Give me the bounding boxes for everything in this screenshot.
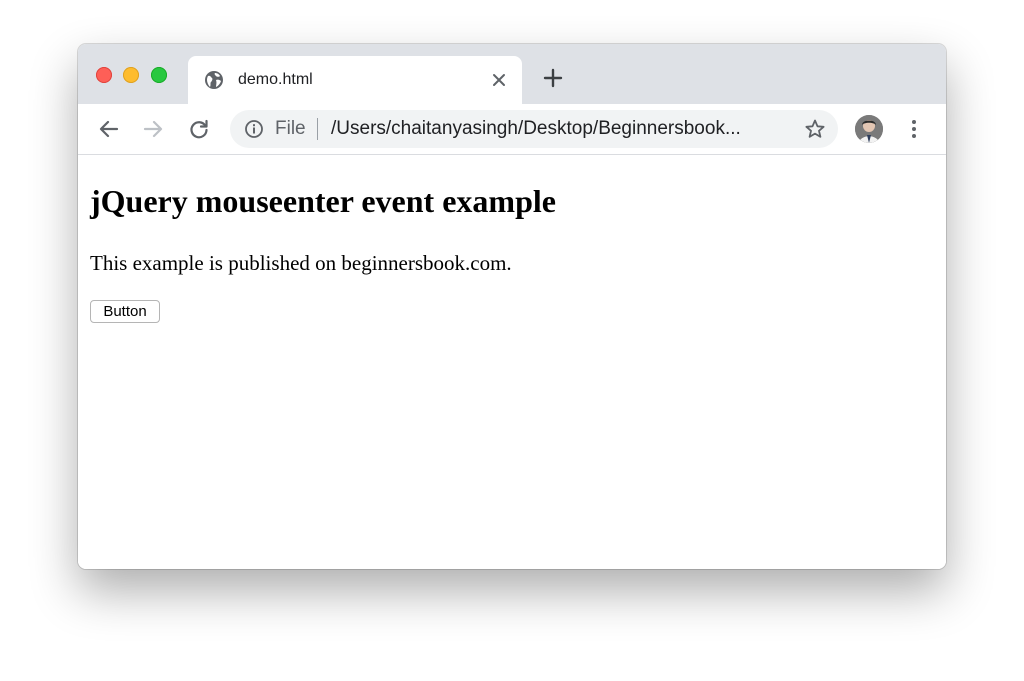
omnibox-divider [317, 118, 318, 140]
navigation-toolbar: File /Users/chaitanyasingh/Desktop/Begin… [78, 104, 946, 155]
more-vert-icon[interactable] [904, 118, 924, 140]
reload-icon[interactable] [188, 118, 210, 140]
close-tab-icon[interactable] [490, 71, 508, 89]
browser-window: demo.html File /Users/chaitanyasingh/Des… [78, 44, 946, 569]
avatar-image [855, 115, 883, 143]
url-text[interactable]: /Users/chaitanyasingh/Desktop/Beginnersb… [331, 118, 791, 140]
window-close-button[interactable] [96, 67, 112, 83]
title-bar: demo.html [78, 44, 946, 104]
address-bar[interactable]: File /Users/chaitanyasingh/Desktop/Begin… [230, 110, 838, 148]
browser-tab[interactable]: demo.html [188, 56, 522, 104]
file-scheme-label: File [275, 118, 306, 139]
page-paragraph: This example is published on beginnersbo… [90, 251, 512, 275]
globe-icon [205, 71, 223, 89]
page-viewport: jQuery mouseenter event example This exa… [78, 155, 946, 569]
demo-button[interactable]: Button [90, 300, 160, 323]
window-minimize-button[interactable] [123, 67, 139, 83]
forward-arrow-icon[interactable] [142, 118, 164, 140]
info-icon[interactable] [244, 119, 264, 139]
tab-title: demo.html [238, 71, 313, 88]
new-tab-button[interactable] [543, 68, 563, 88]
profile-avatar[interactable] [855, 115, 883, 143]
window-maximize-button[interactable] [151, 67, 167, 83]
page-heading: jQuery mouseenter event example [90, 183, 556, 219]
star-icon[interactable] [804, 118, 826, 140]
back-arrow-icon[interactable] [98, 118, 120, 140]
